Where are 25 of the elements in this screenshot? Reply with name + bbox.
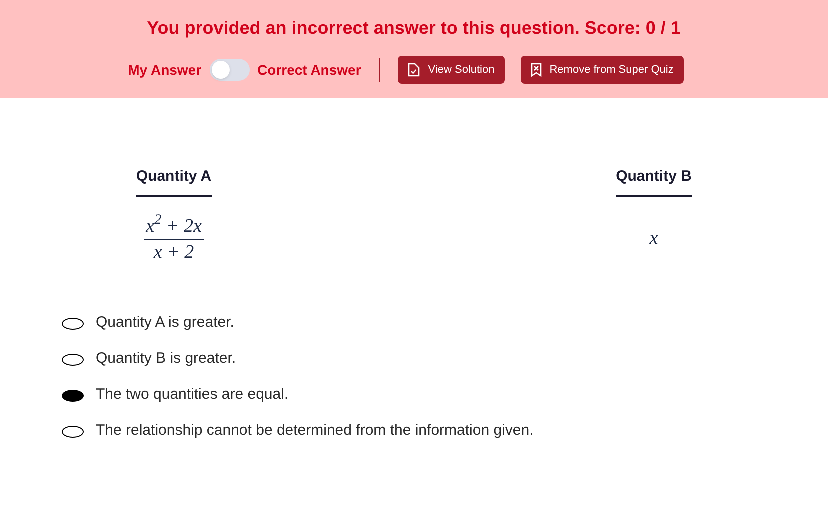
correct-answer-label: Correct Answer bbox=[258, 60, 362, 80]
quantity-value: x bbox=[650, 226, 658, 250]
answer-option[interactable]: The relationship cannot be determined from the information given. bbox=[62, 420, 828, 444]
fraction-denominator: x + 2 bbox=[154, 240, 194, 264]
option-label: The two quantities are equal. bbox=[96, 385, 289, 406]
answer-option[interactable]: Quantity A is greater. bbox=[62, 312, 828, 336]
answer-option[interactable]: Quantity B is greater. bbox=[62, 348, 828, 372]
radio-oval[interactable] bbox=[62, 426, 84, 438]
my-answer-label: My Answer bbox=[128, 60, 202, 80]
quantity-heading: Quantity B bbox=[616, 166, 692, 196]
remove-quiz-button[interactable]: Remove from Super Quiz bbox=[520, 56, 684, 84]
option-label: Quantity B is greater. bbox=[96, 349, 236, 370]
fraction-numerator: x$^{2}$ + 2x bbox=[145, 214, 203, 238]
answer-option[interactable]: The two quantities are equal. bbox=[62, 384, 828, 408]
radio-oval[interactable] bbox=[62, 390, 84, 402]
bookmark-x-icon bbox=[530, 63, 542, 77]
quantity-heading: Quantity A bbox=[136, 166, 212, 196]
answer-toggle[interactable] bbox=[210, 59, 250, 81]
option-label: The relationship cannot be determined from the information given. bbox=[96, 421, 534, 442]
view-solution-button[interactable]: View Solution bbox=[398, 56, 505, 84]
document-check-icon bbox=[408, 63, 420, 77]
radio-oval[interactable] bbox=[62, 354, 84, 366]
option-label: Quantity A is greater. bbox=[96, 313, 234, 334]
radio-oval[interactable] bbox=[62, 318, 84, 330]
result-message: You provided an incorrect answer to this question. Score: 0 / 1 bbox=[147, 17, 681, 40]
